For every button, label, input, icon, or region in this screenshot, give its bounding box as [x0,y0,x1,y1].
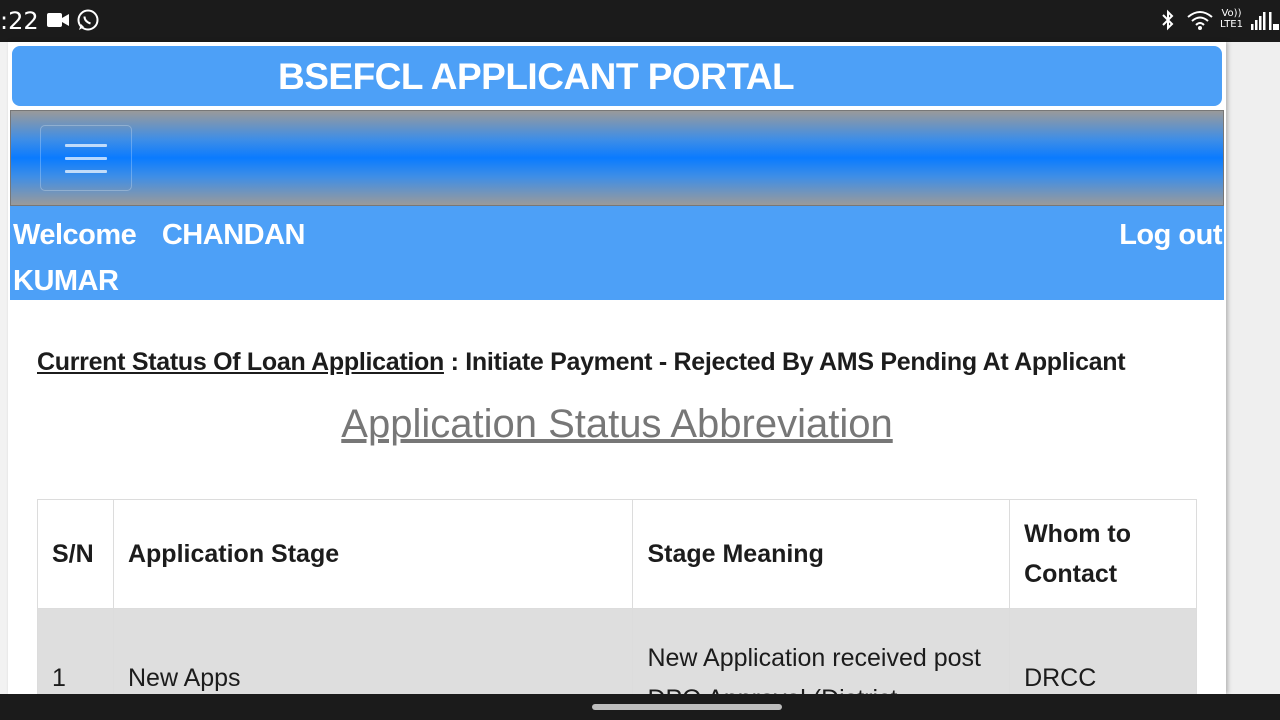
header-sn: S/N [37,499,114,609]
video-camera-icon [47,13,69,27]
hamburger-line [65,169,107,173]
web-page: BSEFCL APPLICANT PORTAL Welcome CHANDAN … [8,42,1226,694]
table-header-row: S/N Application Stage Stage Meaning Whom… [37,499,1197,609]
table-row: 1 New Apps New Application received post… [37,608,1197,694]
navigation-bar [10,110,1224,206]
system-status-bar: :22 Vo)) LTE1 [0,0,1280,42]
cell-stage: New Apps [112,608,634,694]
cell-contact: DRCC [1009,608,1197,694]
clock: :22 [0,7,39,35]
cell-meaning: New Application received post DPO Approv… [632,608,1011,694]
logout-link[interactable]: Log out [1119,212,1222,258]
current-status: Current Status Of Loan Application : Ini… [37,348,1126,377]
hamburger-line [65,143,107,147]
welcome-message: Welcome CHANDAN KUMAR [13,212,343,304]
home-gesture-handle[interactable] [592,704,782,710]
hamburger-menu-icon[interactable] [40,125,132,191]
portal-title: BSEFCL APPLICANT PORTAL [278,56,795,97]
volte-label: Vo)) [1221,8,1242,19]
lte-label: LTE1 [1220,19,1243,30]
current-status-value: Initiate Payment - Rejected By AMS Pendi… [465,348,1126,376]
abbreviation-heading[interactable]: Application Status Abbreviation [8,402,1226,447]
whatsapp-icon [77,9,99,31]
cell-sn: 1 [37,608,114,694]
system-navigation-bar [0,694,1280,720]
header-application-stage: Application Stage [112,499,634,609]
user-first-name: CHANDAN [161,219,306,251]
header-whom-to-contact: Whom to Contact [1009,499,1197,609]
current-status-label[interactable]: Current Status Of Loan Application [37,348,444,376]
user-last-name: KUMAR [13,265,119,297]
signal-icon [1251,12,1266,30]
welcome-bar: Welcome CHANDAN KUMAR Log out [10,206,1224,300]
welcome-greeting: Welcome [13,219,137,251]
page-gutter [1226,42,1280,694]
header-stage-meaning: Stage Meaning [632,499,1011,609]
hamburger-line [65,156,107,160]
signal-icon [1269,12,1279,30]
portal-header: BSEFCL APPLICANT PORTAL [10,44,1224,108]
status-abbreviation-table: S/N Application Stage Stage Meaning Whom… [37,499,1197,694]
bluetooth-icon [1162,9,1174,31]
wifi-icon [1187,11,1213,30]
lte-badge: Vo)) LTE1 [1220,8,1243,30]
status-separator: : [443,348,466,376]
